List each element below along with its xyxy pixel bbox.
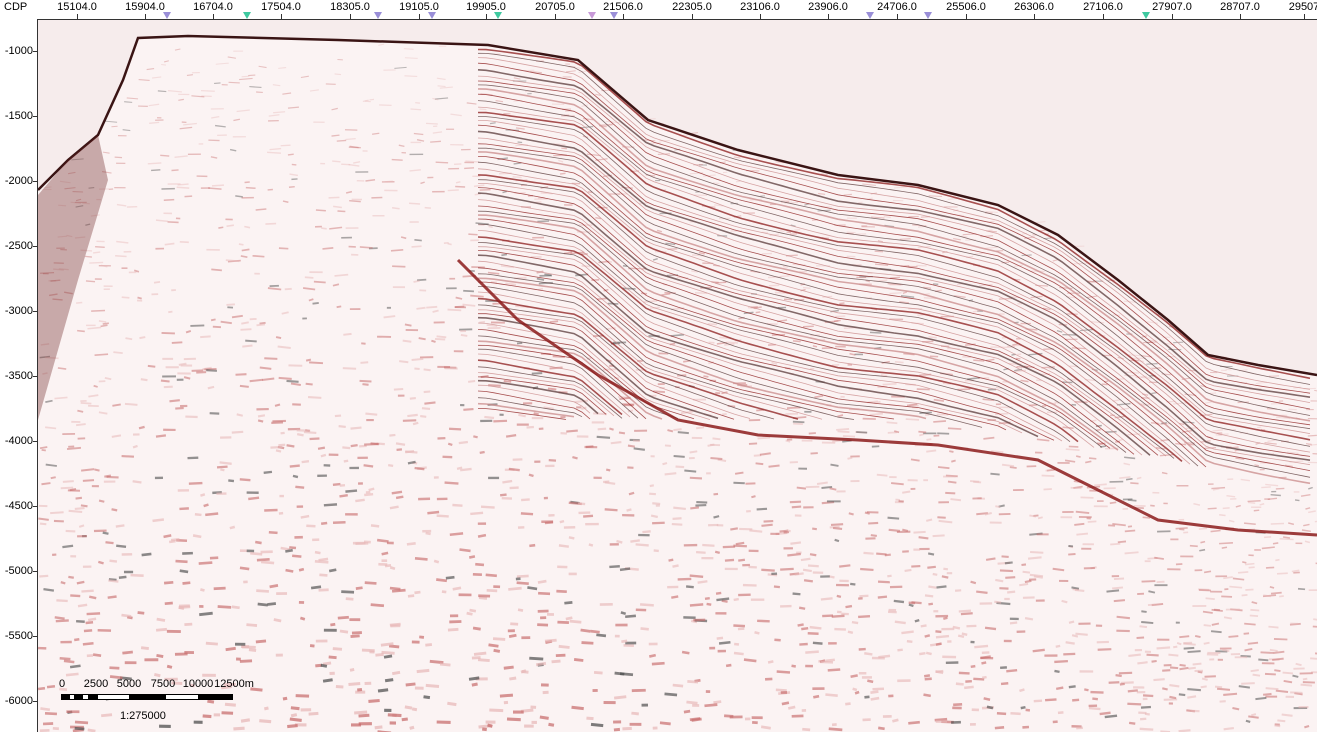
cdp-label: 26306.0	[1014, 1, 1054, 13]
well-marker-icon[interactable]	[494, 12, 502, 19]
cdp-tick	[966, 14, 967, 19]
depth-label: -2500	[4, 240, 33, 252]
scale-bar: 0 2500 5000 7500 10000 12500m 1:275000	[56, 676, 266, 724]
depth-axis: -1000 -1500 -2000 -2500 -3000 -3500 -4000 -4500…	[0, 19, 38, 732]
cdp-tick	[77, 14, 78, 19]
depth-label: -6000	[4, 695, 33, 707]
scale-segment	[61, 694, 69, 700]
well-marker-icon[interactable]	[163, 12, 171, 19]
scale-label: 10000	[182, 678, 214, 690]
well-marker-icon[interactable]	[1142, 12, 1150, 19]
well-marker-icon[interactable]	[610, 12, 618, 19]
depth-tick	[33, 701, 37, 702]
well-marker-icon[interactable]	[243, 12, 251, 19]
depth-label: -5500	[4, 630, 33, 642]
scale-segment	[82, 694, 89, 700]
cdp-tick	[213, 14, 214, 19]
well-marker-icon[interactable]	[588, 12, 596, 19]
depth-tick	[33, 311, 37, 312]
scale-segment	[165, 694, 199, 700]
depth-label: -2000	[4, 175, 33, 187]
depth-label: -1000	[4, 45, 33, 57]
depth-label: -1500	[4, 110, 33, 122]
cdp-label: 20705.0	[535, 1, 575, 13]
cdp-axis: CDP 15104.0 15904.0 16704.0 17504.0 18305.0 1…	[0, 0, 1317, 20]
scale-label: 5000	[116, 678, 142, 690]
cdp-label: 15104.0	[57, 1, 97, 13]
cdp-tick	[1172, 14, 1173, 19]
scale-segment	[89, 694, 97, 700]
cdp-label: 28707.0	[1220, 1, 1260, 13]
well-marker-icon[interactable]	[924, 12, 932, 19]
cdp-label: 23106.0	[740, 1, 780, 13]
seismic-image	[38, 20, 1317, 732]
cdp-label: 29507	[1288, 1, 1317, 13]
scale-label: 2500	[83, 678, 109, 690]
cdp-label: 16704.0	[193, 1, 233, 13]
depth-tick	[33, 441, 37, 442]
cdp-tick	[828, 14, 829, 19]
cdp-tick	[419, 14, 420, 19]
well-marker-icon[interactable]	[428, 12, 436, 19]
seismic-section[interactable]	[38, 20, 1317, 732]
cdp-label: 27106.0	[1083, 1, 1123, 13]
cdp-tick	[760, 14, 761, 19]
cdp-label: 22305.0	[672, 1, 712, 13]
scale-segment	[130, 694, 165, 700]
cdp-tick	[350, 14, 351, 19]
cdp-tick	[555, 14, 556, 19]
cdp-tick	[486, 14, 487, 19]
cdp-axis-title: CDP	[4, 1, 28, 13]
scale-segment	[199, 694, 233, 700]
cdp-tick	[1103, 14, 1104, 19]
depth-tick	[33, 181, 37, 182]
cdp-label: 24706.0	[877, 1, 917, 13]
cdp-tick	[897, 14, 898, 19]
cdp-tick	[1240, 14, 1241, 19]
scale-label: 7500	[150, 678, 176, 690]
cdp-label: 23906.0	[808, 1, 848, 13]
scale-ratio: 1:275000	[120, 710, 166, 722]
scale-segment	[97, 694, 130, 700]
depth-label: -3000	[4, 305, 33, 317]
depth-tick	[33, 571, 37, 572]
depth-tick	[33, 246, 37, 247]
scale-label: 12500m	[214, 678, 254, 690]
cdp-tick	[281, 14, 282, 19]
depth-tick	[33, 636, 37, 637]
well-marker-icon[interactable]	[374, 12, 382, 19]
depth-label: -4000	[4, 435, 33, 447]
depth-label: -4500	[4, 500, 33, 512]
cdp-label: 27907.0	[1152, 1, 1192, 13]
cdp-label: 18305.0	[330, 1, 370, 13]
depth-tick	[33, 376, 37, 377]
scale-label: 0	[58, 678, 66, 690]
depth-label: -5000	[4, 565, 33, 577]
scale-segment	[75, 694, 82, 700]
cdp-label: 25506.0	[946, 1, 986, 13]
depth-tick	[33, 51, 37, 52]
well-marker-icon[interactable]	[866, 12, 874, 19]
cdp-tick	[1304, 14, 1305, 19]
cdp-tick	[623, 14, 624, 19]
depth-tick	[33, 506, 37, 507]
cdp-label: 17504.0	[261, 1, 301, 13]
depth-label: -3500	[4, 370, 33, 382]
cdp-tick	[692, 14, 693, 19]
cdp-label: 15904.0	[125, 1, 165, 13]
cdp-tick	[145, 14, 146, 19]
cdp-tick	[1034, 14, 1035, 19]
depth-tick	[33, 116, 37, 117]
